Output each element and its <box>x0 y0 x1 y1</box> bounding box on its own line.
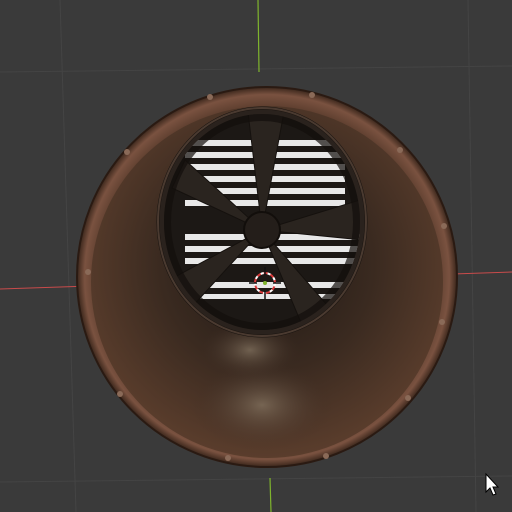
y-axis-line <box>257 0 260 73</box>
3d-viewport[interactable] <box>0 0 512 512</box>
viewport-canvas[interactable] <box>0 0 512 512</box>
duct-fan-model[interactable] <box>76 86 458 468</box>
fan-hub <box>243 211 281 249</box>
y-axis-line-lower <box>269 477 272 512</box>
mouse-pointer-icon <box>485 472 500 496</box>
